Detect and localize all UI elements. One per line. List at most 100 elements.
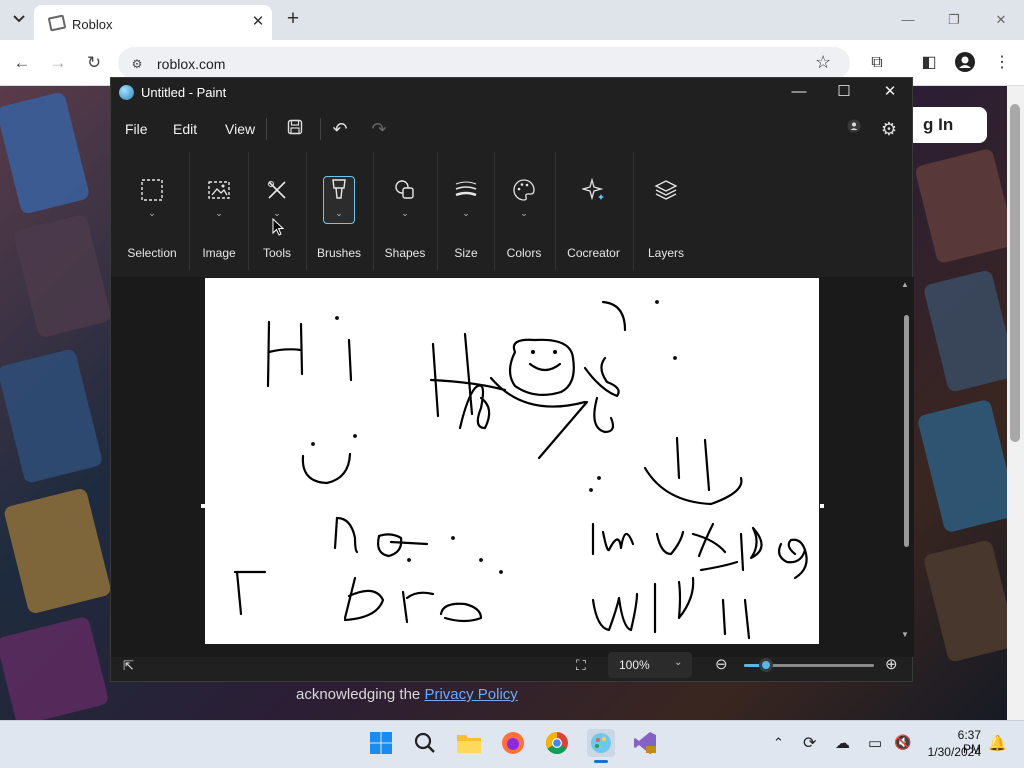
tools-icon: [264, 178, 290, 204]
fit-to-window-icon[interactable]: ⛶: [576, 657, 586, 674]
ribbon-label: Selection: [127, 246, 177, 260]
menu-file[interactable]: File: [125, 121, 148, 137]
side-panel-icon[interactable]: ◧: [918, 52, 940, 74]
menu-view[interactable]: View: [225, 121, 255, 137]
forward-button[interactable]: →: [45, 50, 71, 76]
chevron-down-icon: ⌄: [215, 208, 223, 218]
ribbon-cocreator[interactable]: Cocreator: [556, 150, 631, 276]
drawing-canvas[interactable]: [205, 278, 819, 644]
new-tab-button[interactable]: +: [283, 8, 303, 29]
ribbon-image[interactable]: ⌄ Image: [191, 150, 247, 276]
bookmark-star-icon[interactable]: ☆: [815, 52, 831, 73]
tab-close-icon[interactable]: ✕: [248, 12, 268, 32]
file-explorer-icon[interactable]: [455, 729, 483, 757]
paint-minimize-icon[interactable]: —: [784, 82, 814, 102]
mouse-cursor-icon: [272, 217, 285, 241]
privacy-policy-link[interactable]: Privacy Policy: [424, 686, 517, 703]
layers-icon: [653, 178, 679, 204]
settings-gear-icon[interactable]: ⚙: [877, 117, 901, 141]
minimize-icon[interactable]: —: [896, 10, 920, 30]
network-icon[interactable]: ▭: [868, 734, 882, 752]
game-thumbnail: [0, 348, 104, 484]
tab-search-button[interactable]: [8, 8, 30, 30]
sync-icon[interactable]: ⟳: [803, 733, 816, 753]
zoom-slider-thumb[interactable]: [759, 658, 773, 672]
palette-icon: [511, 178, 537, 204]
game-thumbnail: [12, 213, 113, 339]
pointer-icon: ⇱: [123, 658, 134, 673]
ribbon-size[interactable]: ⌄ Size: [438, 150, 494, 276]
ribbon-brushes[interactable]: ⌄ Brushes: [309, 150, 369, 276]
ribbon-label: Size: [454, 246, 478, 260]
paint-window-title: Untitled - Paint: [141, 85, 227, 100]
chevron-down-icon: ⌄: [462, 208, 470, 218]
site-info-icon[interactable]: ⚙: [128, 55, 146, 73]
game-thumbnail: [2, 487, 113, 615]
vertical-scrollbar-thumb[interactable]: [904, 315, 909, 547]
chevron-down-icon: [13, 15, 25, 23]
scroll-up-arrow-icon[interactable]: ▲: [901, 280, 909, 289]
ribbon-layers[interactable]: Layers: [635, 150, 697, 276]
ribbon-tools[interactable]: ⌄ Tools: [249, 150, 305, 276]
paint-window: Untitled - Paint — ☐ ✕ File Edit View ↶ …: [110, 77, 914, 682]
paint-taskbar-icon[interactable]: [587, 729, 615, 757]
firefox-icon[interactable]: [499, 729, 527, 757]
menu-divider: [266, 118, 267, 140]
ribbon-divider: [633, 152, 634, 270]
onedrive-cloud-icon[interactable]: ☁: [835, 734, 850, 752]
page-scrollbar-thumb[interactable]: [1010, 104, 1020, 442]
redo-icon[interactable]: ↷: [367, 117, 391, 141]
chevron-down-icon: ⌄: [335, 208, 343, 218]
canvas-resize-handle[interactable]: [201, 504, 205, 508]
reload-button[interactable]: ↻: [81, 50, 107, 76]
paint-titlebar: Untitled - Paint — ☐ ✕: [111, 78, 914, 106]
restore-icon[interactable]: ❐: [942, 10, 966, 30]
notification-bell-icon[interactable]: 🔔: [988, 734, 1007, 752]
ribbon-selection[interactable]: ⌄ Selection: [115, 150, 189, 276]
paint-maximize-icon[interactable]: ☐: [829, 82, 859, 102]
ribbon-label: Layers: [647, 246, 685, 260]
game-thumbnail: [914, 147, 1016, 265]
selection-icon: [139, 178, 165, 204]
back-button[interactable]: ←: [9, 50, 35, 76]
close-window-icon[interactable]: ✕: [989, 10, 1013, 30]
volume-muted-icon[interactable]: 🔇: [894, 734, 911, 751]
zoom-in-icon[interactable]: ⊕: [885, 655, 898, 673]
save-icon[interactable]: [283, 117, 307, 141]
chevron-down-icon: ⌄: [520, 208, 528, 218]
visual-studio-icon[interactable]: [631, 729, 659, 757]
menu-edit[interactable]: Edit: [173, 121, 197, 137]
roblox-favicon-icon: [47, 14, 67, 32]
ribbon-colors[interactable]: ⌄ Colors: [495, 150, 553, 276]
privacy-prefix: acknowledging the: [296, 686, 425, 703]
paint-app-icon: [119, 85, 134, 100]
url-text[interactable]: roblox.com: [157, 56, 225, 72]
brush-icon: [326, 178, 352, 204]
privacy-text: acknowledging the Privacy Policy: [296, 686, 518, 703]
login-button[interactable]: g In: [905, 107, 987, 143]
ribbon-shapes[interactable]: ⌄ Shapes: [374, 150, 436, 276]
search-icon[interactable]: [411, 729, 439, 757]
menu-divider: [320, 118, 321, 140]
undo-icon[interactable]: ↶: [328, 117, 352, 141]
sparkle-icon: [580, 177, 607, 204]
paint-close-icon[interactable]: ✕: [875, 82, 905, 102]
game-thumbnail: [922, 539, 1018, 663]
browser-tab-roblox[interactable]: Roblox ✕: [34, 5, 272, 40]
profile-avatar-icon[interactable]: [954, 52, 976, 74]
chrome-icon[interactable]: [543, 729, 571, 757]
ribbon-label: Cocreator: [567, 246, 620, 260]
paint-statusbar: ⇱ ⛶ 100% ⌄ ⊖ ⊕: [111, 650, 914, 682]
chevron-up-icon[interactable]: ⌃: [773, 735, 784, 751]
canvas-resize-handle[interactable]: [820, 504, 824, 508]
taskbar-date[interactable]: 1/30/2024: [924, 745, 981, 759]
shapes-icon: [392, 178, 418, 204]
browser-menu-icon[interactable]: ⋮: [991, 52, 1013, 74]
zoom-out-icon[interactable]: ⊖: [715, 655, 728, 673]
scroll-down-arrow-icon[interactable]: ▼: [901, 630, 909, 639]
address-bar[interactable]: [118, 47, 850, 79]
extensions-icon[interactable]: ⧉: [866, 52, 888, 74]
windows-start-icon[interactable]: [367, 729, 395, 757]
account-icon[interactable]: [842, 117, 866, 141]
active-app-indicator: [594, 760, 608, 763]
